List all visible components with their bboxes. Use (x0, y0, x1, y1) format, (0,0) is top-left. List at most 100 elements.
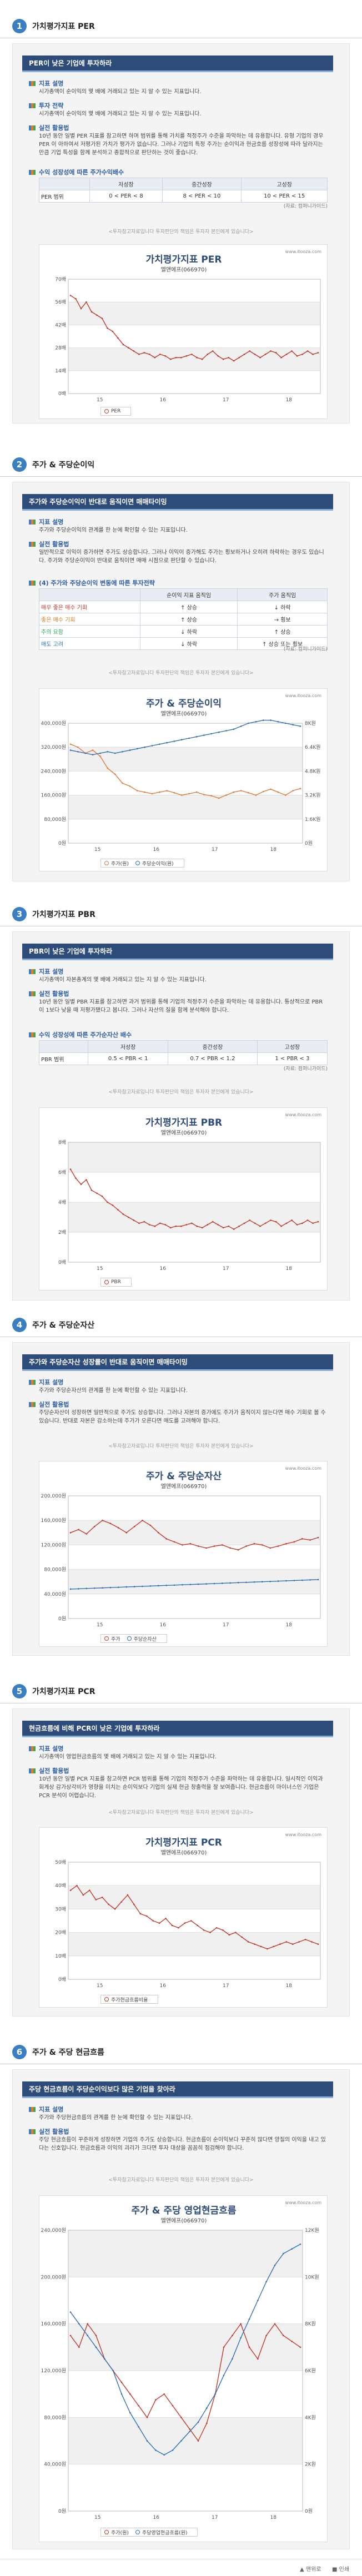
section-number: 4 (12, 1318, 27, 1332)
desc-text: 주당순자산이 성장하면 일반적으로 주가도 상승합니다. 그러나 자본의 증가에… (39, 1410, 326, 1424)
y-tick-label: 160,000원 (41, 1518, 67, 1524)
banner: 주가와 주당순이익이 반대로 움직이면 매매타이밍 (22, 494, 333, 511)
data-point (189, 1542, 192, 1545)
data-point (254, 1222, 256, 1224)
data-point (185, 355, 188, 357)
strategy-label: 좋은 매수 기회 (39, 613, 140, 626)
x-tick-label: 16 (160, 1622, 167, 1628)
chart-icon (29, 991, 36, 996)
data-point (82, 1894, 84, 1896)
data-point (292, 724, 294, 725)
data-point (104, 2358, 105, 2360)
data-point (78, 2346, 80, 2348)
chart-legend: PBR (100, 1278, 132, 1287)
data-point (254, 354, 256, 355)
chart-icon (29, 1768, 36, 1773)
chart-title: 가치평가지표 PBR (145, 1117, 223, 1128)
data-point (190, 354, 193, 355)
chart-title: 가치평가지표 PCR (145, 1837, 222, 1848)
data-point (215, 1927, 218, 1929)
grid-band (68, 1520, 320, 1545)
data-point (270, 350, 272, 352)
data-point (158, 791, 160, 793)
data-point (260, 1945, 262, 1948)
chart-legend: 주가현금흐름비율 (100, 1995, 159, 2004)
subheading: 수익 성장성에 따른 주가수익배수 (29, 168, 124, 177)
y2-tick-label: 6.4K원 (305, 744, 321, 750)
desc-text: 주당 현금흐름이 꾸준하게 성장하면 기업의 주가도 상승합니다. 현금흐름이 … (39, 2137, 326, 2151)
data-point (275, 1221, 277, 1223)
data-point (189, 2431, 190, 2432)
data-point (222, 1227, 224, 1229)
data-point (180, 356, 182, 359)
desc-text: 10년 동안 일별 PCR 지표를 참고하면 PCR 범위를 통해 기업의 적정… (39, 1776, 323, 1799)
section-bps: 4 주가 & 주당순자산 주가와 주당순자산 성장률이 반대로 움직이면 매매타… (0, 1315, 362, 1660)
disclaimer: <투자참고자료입니다 투자판단의 책임은 투자자 본인에게 있습니다> (108, 229, 254, 235)
section-pbr: 3 가치평가지표 PBR PBR이 낮은 기업에 투자하라 지표 설명 시가총액… (0, 905, 362, 1304)
data-point (118, 1527, 119, 1529)
strategy-table: 순이익 지표 움직임 주가 움직임 매우 좋은 매수 기회 ↑ 상승 ↓ 하락 좋은 … (39, 588, 328, 650)
data-point (120, 2381, 123, 2383)
subheading: 투자 전략 (29, 101, 63, 110)
data-point (142, 1585, 143, 1587)
data-point (107, 767, 109, 769)
section-header: 2 주가 & 주당순이익 (12, 455, 94, 474)
data-point (222, 1582, 223, 1584)
y-tick-label: 240,000원 (41, 768, 67, 774)
data-point (197, 1924, 199, 1927)
chart-icon (29, 1032, 36, 1037)
data-point (77, 751, 79, 753)
grid-band (68, 1142, 320, 1172)
data-point (114, 752, 116, 754)
data-point (95, 1899, 97, 1901)
data-point (233, 728, 235, 730)
grid-band (68, 795, 303, 819)
print-link[interactable]: ■ 인쇄 (332, 2564, 349, 2573)
data-point (218, 797, 220, 799)
data-point (238, 356, 240, 359)
x-tick-label: 16 (160, 397, 167, 403)
y-tick-label: 200,000원 (41, 1493, 67, 1499)
data-point (240, 790, 242, 792)
source-note: (자료: 컴퍼니가이드) (283, 1066, 328, 1072)
data-point (69, 295, 72, 296)
banner: 현금흐름에 비해 PCR이 낮은 기업에 투자하라 (22, 1721, 333, 1737)
disclaimer: <투자참고자료입니다 투자판단의 책임은 투자자 본인에게 있습니다> (108, 1810, 254, 1816)
x-tick-label: 18 (270, 847, 277, 853)
plot-frame (68, 723, 303, 844)
grid-band (68, 2417, 303, 2464)
data-point (69, 1532, 72, 1534)
strategy-label: 주의 요함 (39, 625, 140, 638)
scroll-top-link[interactable]: ▲ 맨위로 (300, 2564, 321, 2573)
plot-frame (68, 1495, 321, 1619)
data-point (243, 354, 245, 355)
data-point (264, 1222, 267, 1224)
plot-frame (68, 1862, 321, 1980)
data-point (86, 1587, 88, 1590)
data-point (312, 1222, 314, 1224)
chart-subtitle: 엘앤에프(066970) (160, 1484, 207, 1490)
data-point (225, 730, 227, 732)
data-point (296, 355, 298, 357)
data-point (222, 1544, 223, 1546)
data-point (255, 721, 257, 723)
data-point (293, 1580, 295, 1581)
chart-icon (29, 541, 36, 547)
data-point (228, 1225, 229, 1227)
data-point (154, 1225, 156, 1227)
chart-subtitle: 엘앤에프(066970) (160, 1130, 207, 1136)
x-tick-label: 16 (153, 847, 160, 853)
data-point (291, 350, 293, 352)
chart-plot: 0배 14배 28배 42배 56배 70배 15 16 17 18 (55, 276, 321, 403)
data-point (291, 1943, 294, 1945)
data-point (118, 1586, 119, 1588)
data-point (159, 1222, 161, 1224)
data-point (128, 347, 129, 349)
section-number: 6 (12, 2045, 27, 2059)
data-point (228, 356, 229, 359)
data-point (93, 1525, 95, 1528)
y-tick-label: 120,000원 (41, 2368, 67, 2374)
data-point (214, 2393, 216, 2395)
x-tick-label: 15 (97, 1266, 103, 1272)
data-point (207, 1224, 209, 1226)
